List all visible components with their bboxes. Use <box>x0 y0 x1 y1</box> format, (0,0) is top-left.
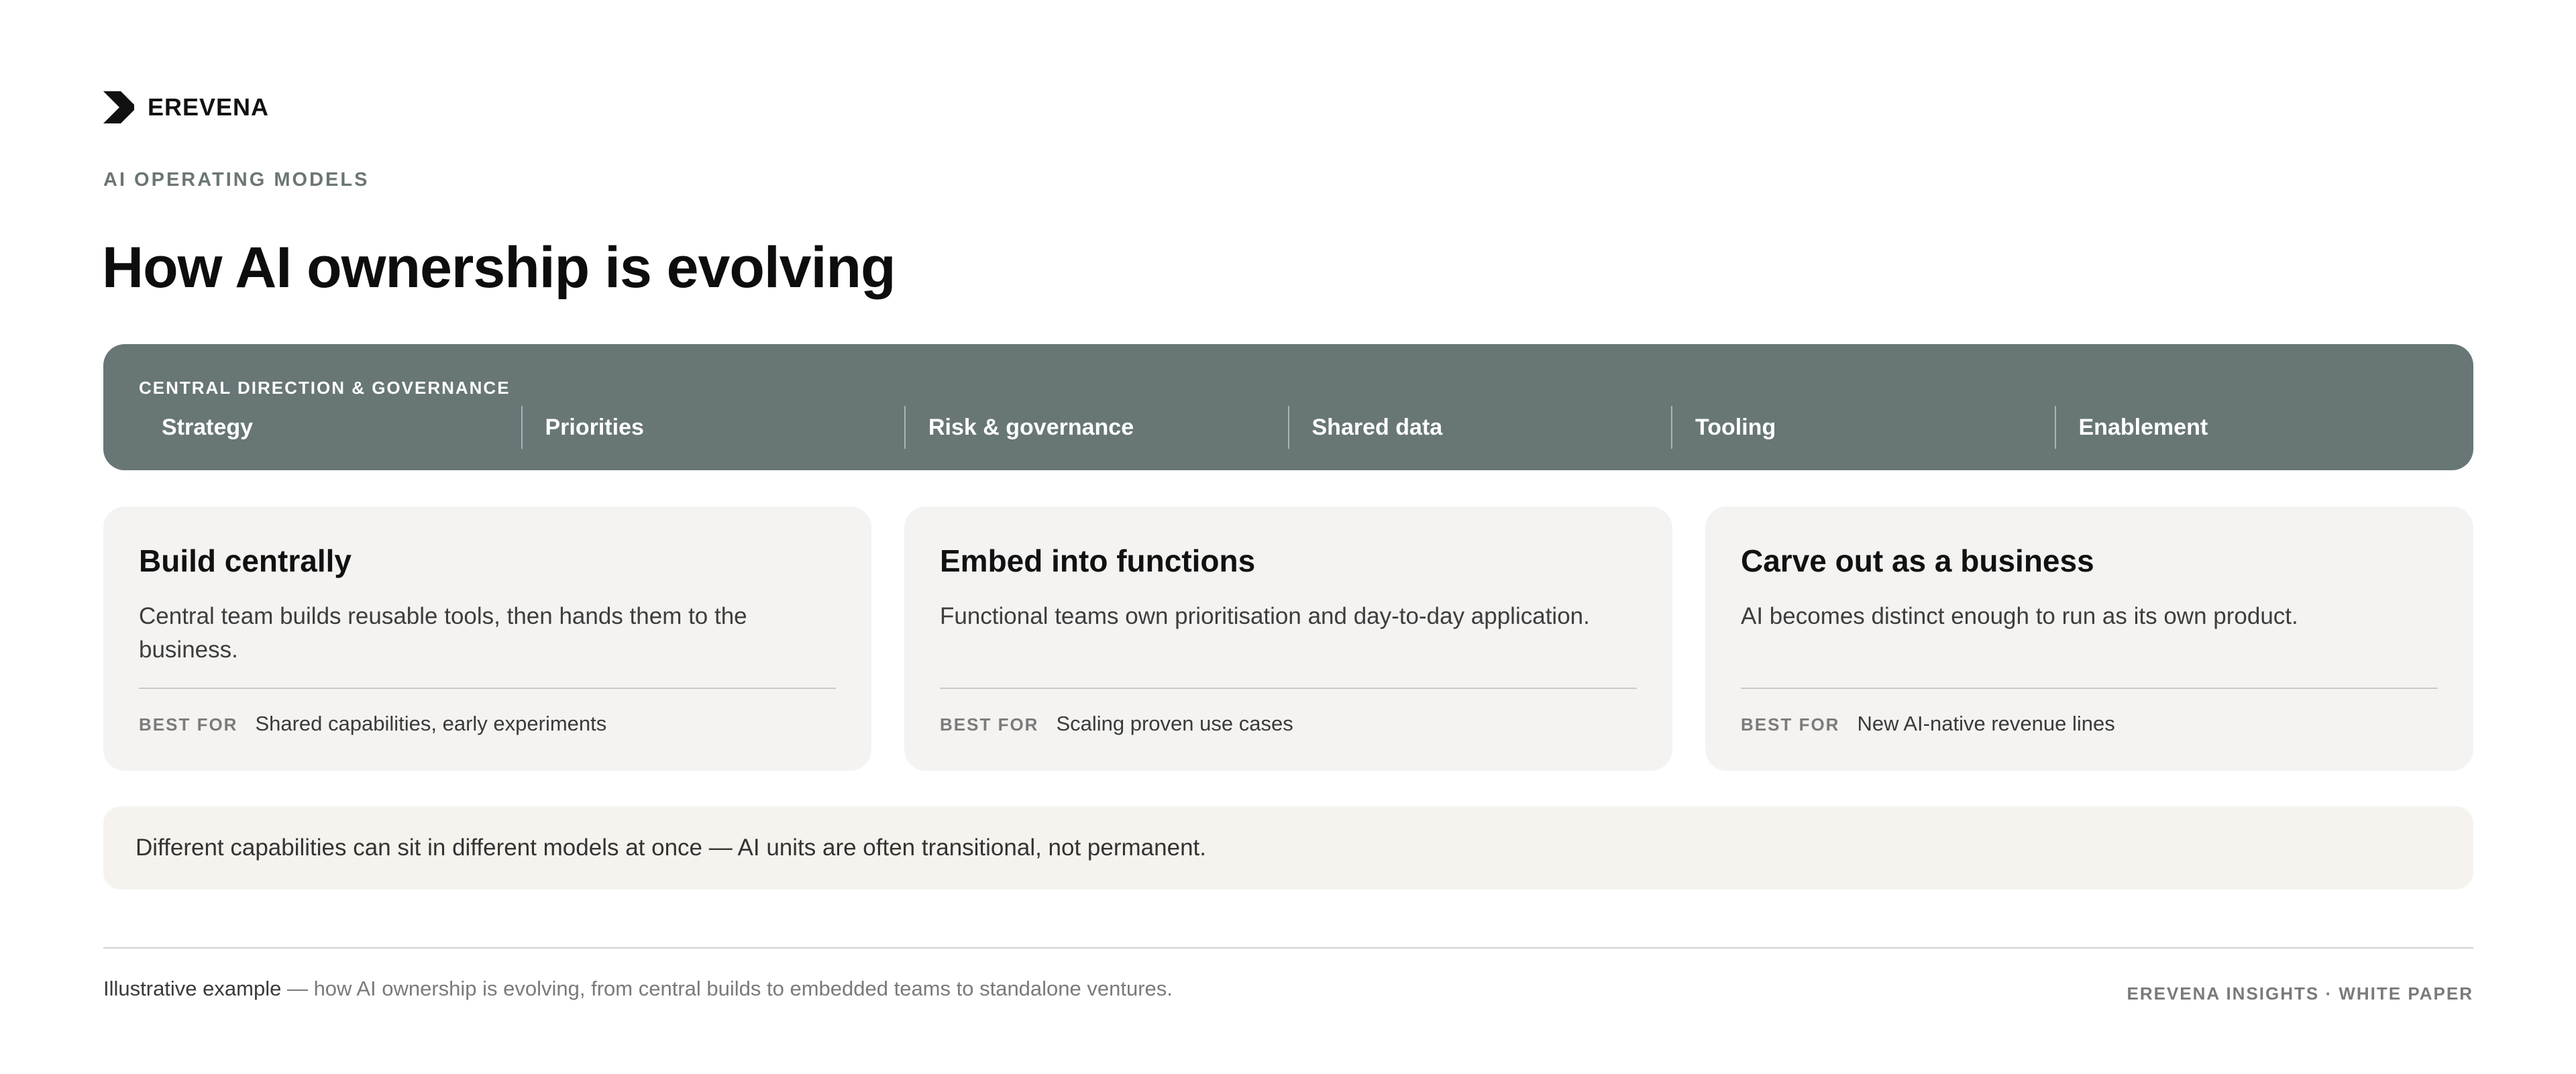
operating-model-cards: Build centrally Central team builds reus… <box>103 506 2473 771</box>
footer-caption-strong: Illustrative example <box>103 977 282 1000</box>
central-item-shared-data: Shared data <box>1287 406 1672 449</box>
card-title: Carve out as a business <box>1741 543 2094 578</box>
brand-logo: EREVENA <box>103 91 269 123</box>
footer-source: EREVENA INSIGHTS · WHITE PAPER <box>2127 983 2473 1004</box>
card-title: Embed into functions <box>940 543 1256 578</box>
best-for-value: Shared capabilities, early experiments <box>255 712 607 735</box>
card-best-for: BEST FOR Scaling proven use cases <box>940 712 1637 736</box>
card-divider <box>1741 688 2438 689</box>
page-title: How AI ownership is evolving <box>102 235 896 300</box>
card-carve-out-business: Carve out as a business AI becomes disti… <box>1705 506 2473 771</box>
central-band-label: CENTRAL DIRECTION & GOVERNANCE <box>139 378 511 398</box>
card-best-for: BEST FOR Shared capabilities, early expe… <box>139 712 836 736</box>
card-divider <box>940 688 1637 689</box>
card-divider <box>139 688 836 689</box>
best-for-value: New AI-native revenue lines <box>1857 712 2115 735</box>
central-item-strategy: Strategy <box>162 414 254 440</box>
central-item-enablement: Enablement <box>2054 406 2438 449</box>
card-description: Functional teams own prioritisation and … <box>940 603 1590 630</box>
footer-caption: Illustrative example — how AI ownership … <box>103 977 1173 1001</box>
footer-divider <box>103 947 2473 949</box>
best-for-value: Scaling proven use cases <box>1056 712 1293 735</box>
eyebrow-label: AI OPERATING MODELS <box>103 169 370 191</box>
central-item-priorities: Priorities <box>521 406 905 449</box>
footer-caption-rest: — how AI ownership is evolving, from cen… <box>281 977 1173 1000</box>
card-description: Central team builds reusable tools, then… <box>139 603 747 663</box>
best-for-label: BEST FOR <box>139 714 238 735</box>
central-items-row: Strategy Priorities Risk & governance Sh… <box>139 406 2438 449</box>
brand-name: EREVENA <box>148 93 270 121</box>
transition-note: Different capabilities can sit in differ… <box>103 806 2473 890</box>
central-item-tooling: Tooling <box>1671 406 2055 449</box>
erevena-logo-icon <box>103 91 134 123</box>
best-for-label: BEST FOR <box>940 714 1039 735</box>
central-governance-band: CENTRAL DIRECTION & GOVERNANCE Strategy … <box>103 344 2473 470</box>
card-embed-into-functions: Embed into functions Functional teams ow… <box>904 506 1672 771</box>
card-title: Build centrally <box>139 543 352 578</box>
best-for-label: BEST FOR <box>1741 714 1840 735</box>
card-best-for: BEST FOR New AI-native revenue lines <box>1741 712 2438 736</box>
card-description: AI becomes distinct enough to run as its… <box>1741 603 2298 630</box>
central-item-risk-governance: Risk & governance <box>904 406 1288 449</box>
card-build-centrally: Build centrally Central team builds reus… <box>103 506 871 771</box>
